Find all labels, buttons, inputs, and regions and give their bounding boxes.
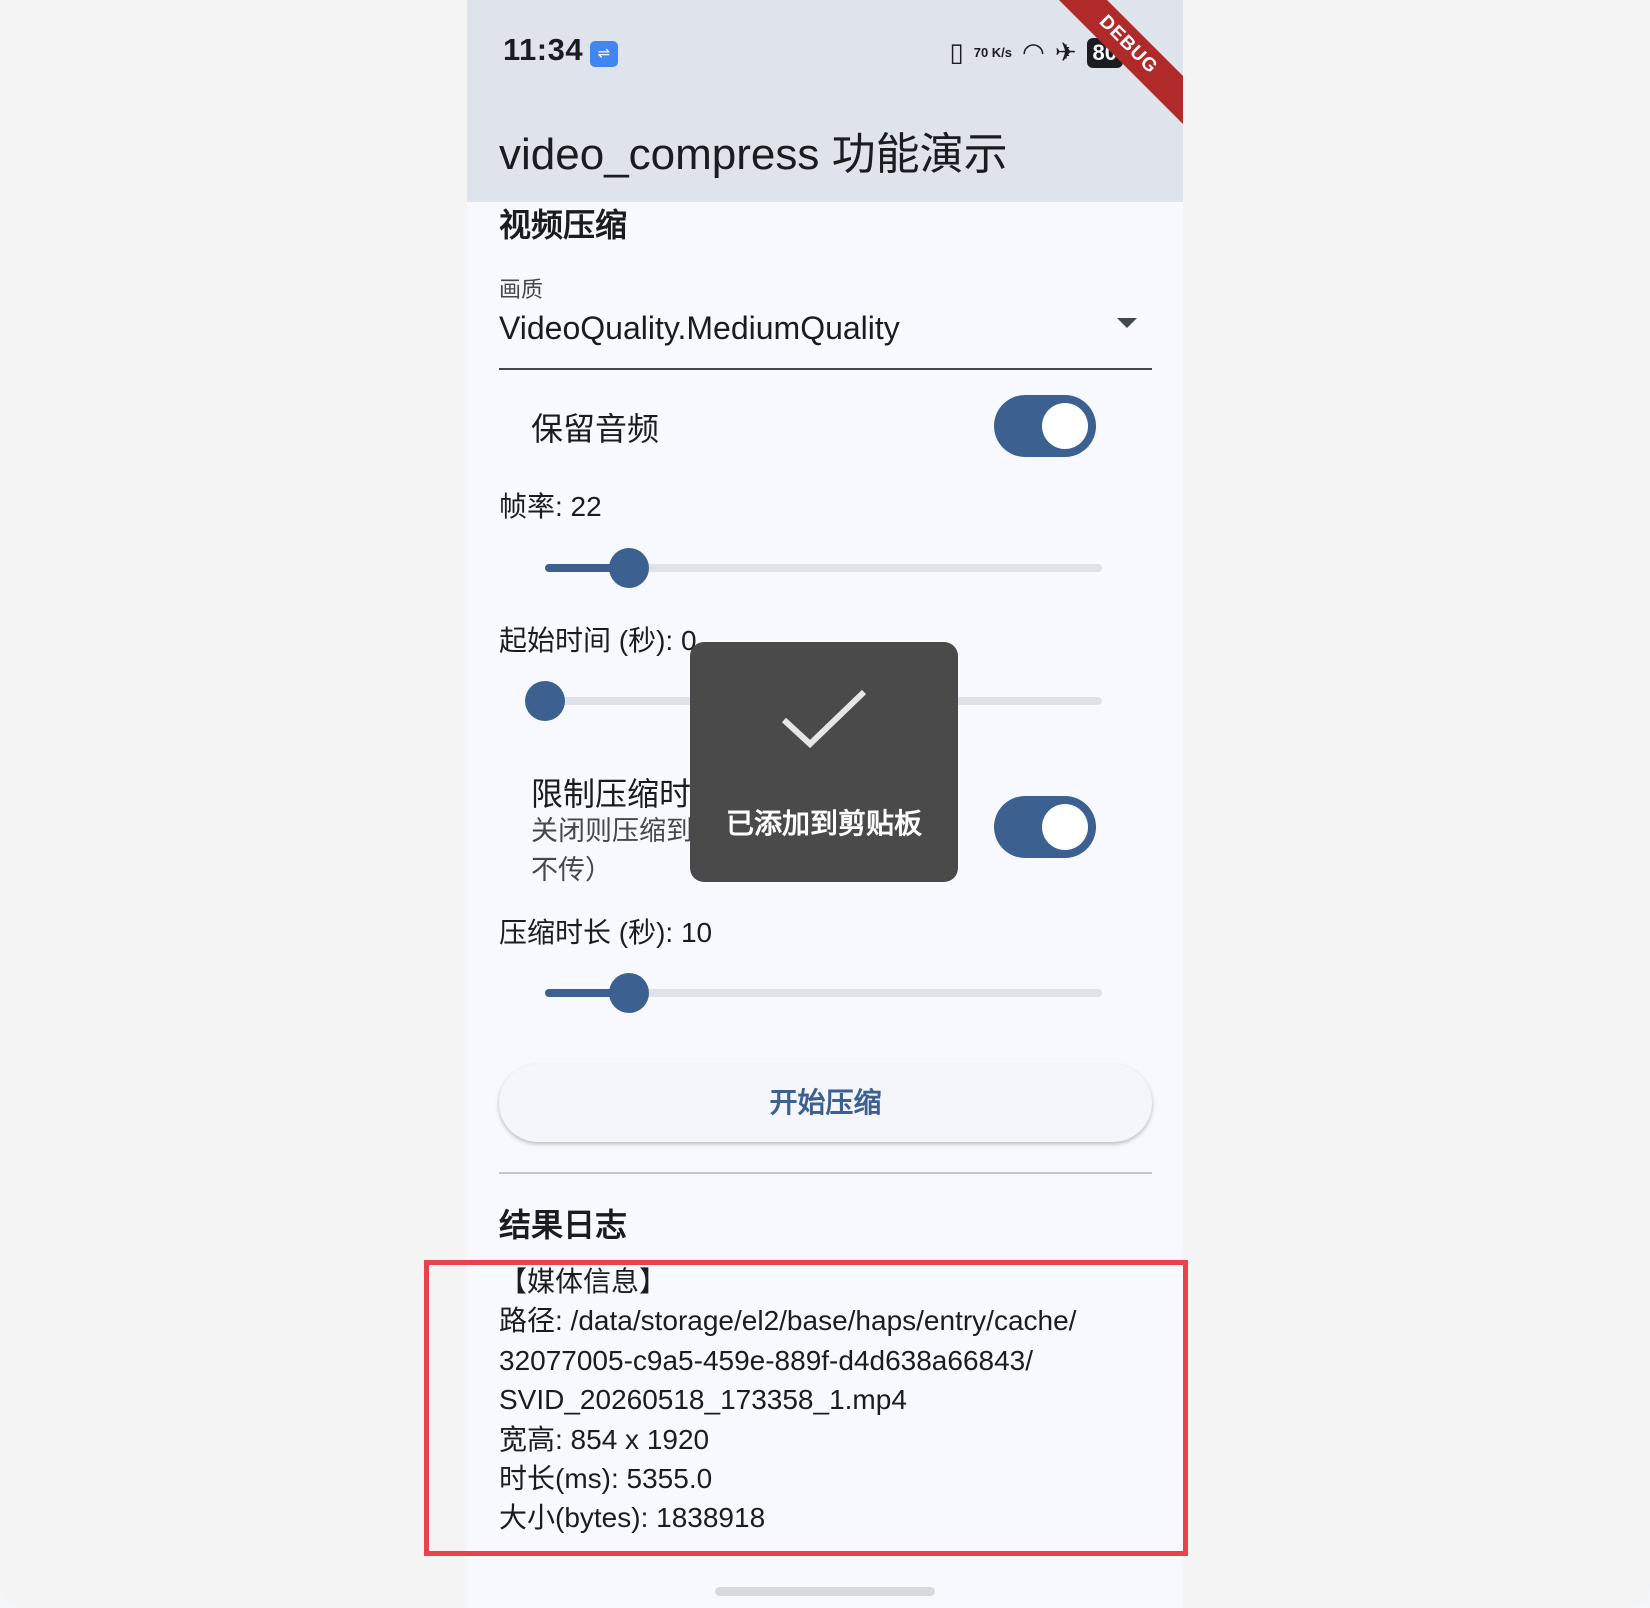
status-time: 11:34 xyxy=(503,32,584,67)
divider xyxy=(499,1172,1152,1174)
clipboard-toast: 已添加到剪贴板 xyxy=(690,642,958,882)
limit-duration-subtitle-2: 不传） xyxy=(531,855,612,885)
quality-label: 画质 xyxy=(499,277,544,302)
airplane-icon: ✈ xyxy=(1054,37,1077,67)
network-speed: 70 K/s xyxy=(973,45,1013,60)
switch-knob xyxy=(1042,804,1088,850)
app-bar: 11:34 ⇌ ▯ 70 K/s ◠ ✈ 80 DEBUG video_comp… xyxy=(467,0,1183,202)
keep-audio-label: 保留音频 xyxy=(531,411,660,447)
slider-thumb[interactable] xyxy=(608,548,649,588)
limit-duration-subtitle-1: 关闭则压缩到 xyxy=(531,816,693,846)
wifi-icon: ◠ xyxy=(1022,37,1045,67)
check-icon xyxy=(781,689,867,749)
toast-message: 已添加到剪贴板 xyxy=(725,808,922,839)
duration-label: 压缩时长 (秒): 10 xyxy=(499,917,713,948)
section-title: 视频压缩 xyxy=(499,207,628,243)
frame-rate-slider[interactable] xyxy=(545,548,1102,588)
quality-dropdown[interactable]: VideoQuality.MediumQuality xyxy=(499,310,900,347)
slider-thumb[interactable] xyxy=(525,681,565,721)
start-time-label: 起始时间 (秒): 0 xyxy=(499,625,697,656)
limit-duration-switch[interactable] xyxy=(994,796,1096,858)
dropdown-underline xyxy=(499,368,1152,370)
slider-thumb[interactable] xyxy=(608,973,649,1013)
chevron-down-icon[interactable] xyxy=(1117,318,1137,328)
usb-icon: ⇌ xyxy=(590,41,618,67)
home-indicator[interactable] xyxy=(715,1587,935,1596)
highlight-box xyxy=(424,1260,1188,1556)
status-icons: ▯ 70 K/s ◠ ✈ 80 xyxy=(949,37,1123,68)
switch-knob xyxy=(1042,403,1088,449)
app-title: video_compress 功能演示 xyxy=(499,130,1008,179)
keep-audio-switch[interactable] xyxy=(994,395,1096,457)
log-title: 结果日志 xyxy=(499,1207,628,1243)
vibrate-icon: ▯ xyxy=(949,37,964,67)
start-compress-button[interactable]: 开始压缩 xyxy=(499,1064,1152,1142)
limit-duration-label: 限制压缩时 xyxy=(531,776,692,812)
frame-rate-label: 帧率: 22 xyxy=(499,491,602,522)
duration-slider[interactable] xyxy=(545,973,1102,1013)
